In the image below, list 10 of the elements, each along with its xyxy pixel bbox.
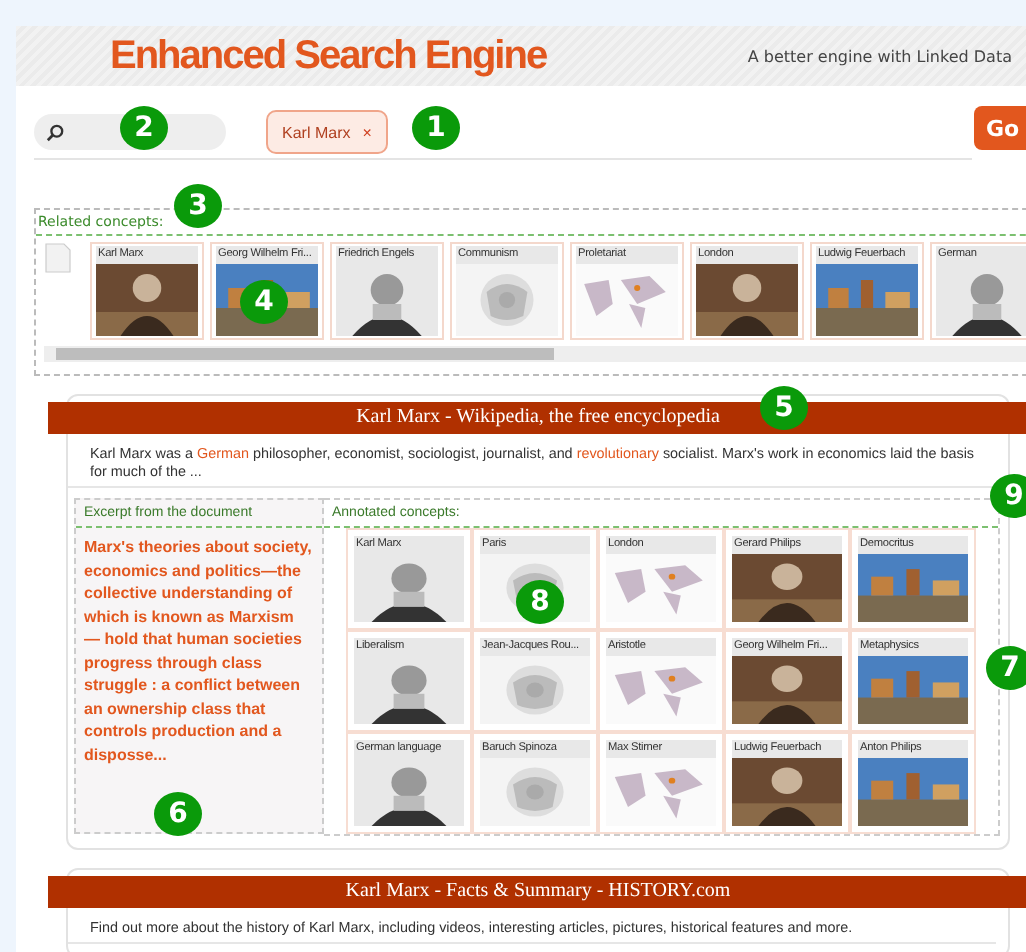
site-title: Enhanced Search Engine [110,33,547,79]
excerpt-text: Marx's theories about society, economics and politics—the collective understanding of which is known as Marxism — hold that human societies progress through class struggle : a conflict between an ownership class that controls production and a disposse... [82,536,314,768]
document-icon [44,242,72,274]
remove-tag-button[interactable]: × [362,123,372,141]
go-button[interactable]: Go [974,106,1026,150]
result-title[interactable]: Karl Marx - Facts & Summary - HISTORY.com [48,876,1026,908]
scrollbar[interactable] [44,346,1026,362]
site-tagline: A better engine with Linked Data [747,47,1012,65]
search-tag[interactable]: Karl Marx × [266,110,388,154]
search-icon [46,123,64,141]
